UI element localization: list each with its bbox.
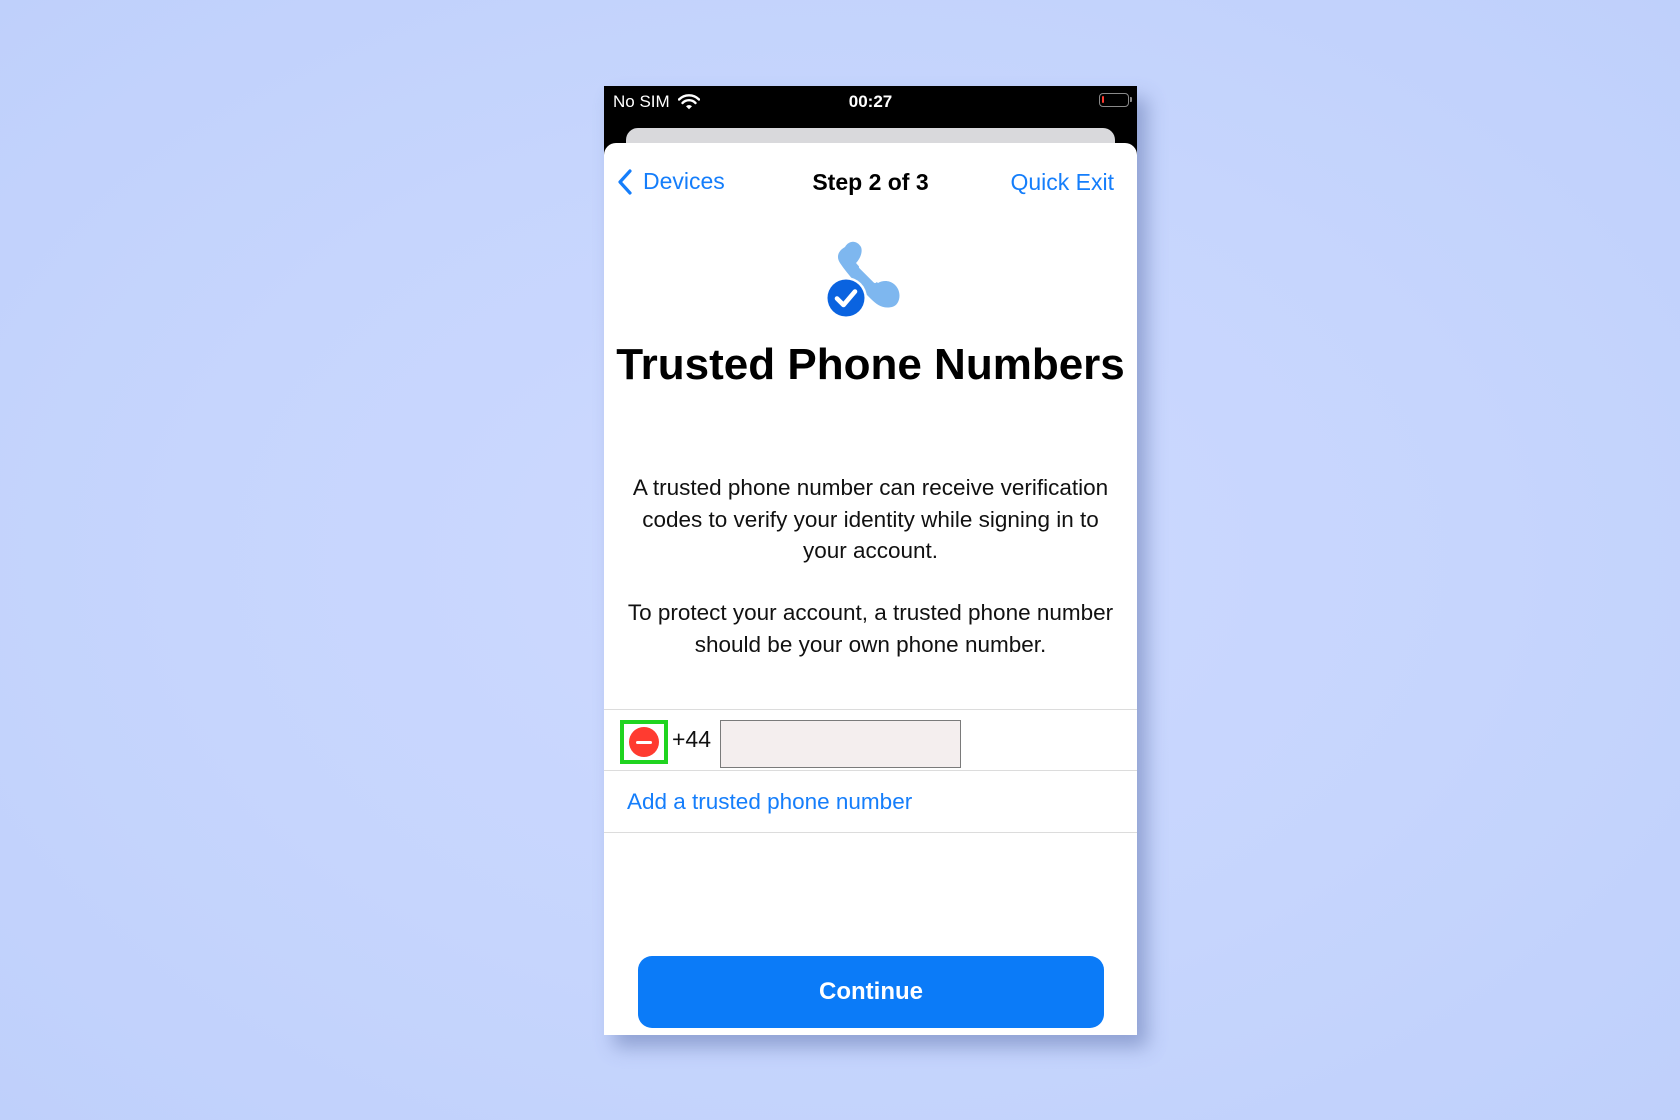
phone-screen: No SIM 00:27 Devices Step 2 of 3 Quick E…	[604, 86, 1137, 1035]
phone-checkmark-icon	[825, 241, 900, 319]
description-ownership: To protect your account, a trusted phone…	[627, 600, 1114, 657]
back-button[interactable]: Devices	[617, 168, 725, 195]
delete-phone-button[interactable]	[620, 720, 668, 764]
status-bar: No SIM 00:27	[604, 86, 1137, 122]
quick-exit-button[interactable]: Quick Exit	[1010, 169, 1114, 196]
page-title: Trusted Phone Numbers	[616, 340, 1125, 389]
status-time: 00:27	[848, 92, 893, 111]
back-button-label: Devices	[643, 168, 725, 194]
battery-icon	[1099, 93, 1132, 107]
continue-button[interactable]: Continue	[638, 956, 1104, 1028]
setup-sheet: Devices Step 2 of 3 Quick Exit Trusted P…	[604, 143, 1137, 1035]
phone-number-input[interactable]	[720, 720, 961, 768]
add-phone-row: Add a trusted phone number	[604, 770, 1137, 833]
chevron-left-icon	[618, 168, 632, 195]
battery-level	[1102, 96, 1104, 103]
description-verification: A trusted phone number can receive verif…	[632, 475, 1109, 563]
country-code: +44	[672, 726, 712, 752]
navigation-bar: Devices Step 2 of 3 Quick Exit	[604, 143, 1137, 223]
minus-circle-icon	[629, 727, 659, 757]
add-trusted-phone-link[interactable]: Add a trusted phone number	[627, 789, 912, 815]
trusted-phone-row: +44	[604, 709, 1137, 771]
